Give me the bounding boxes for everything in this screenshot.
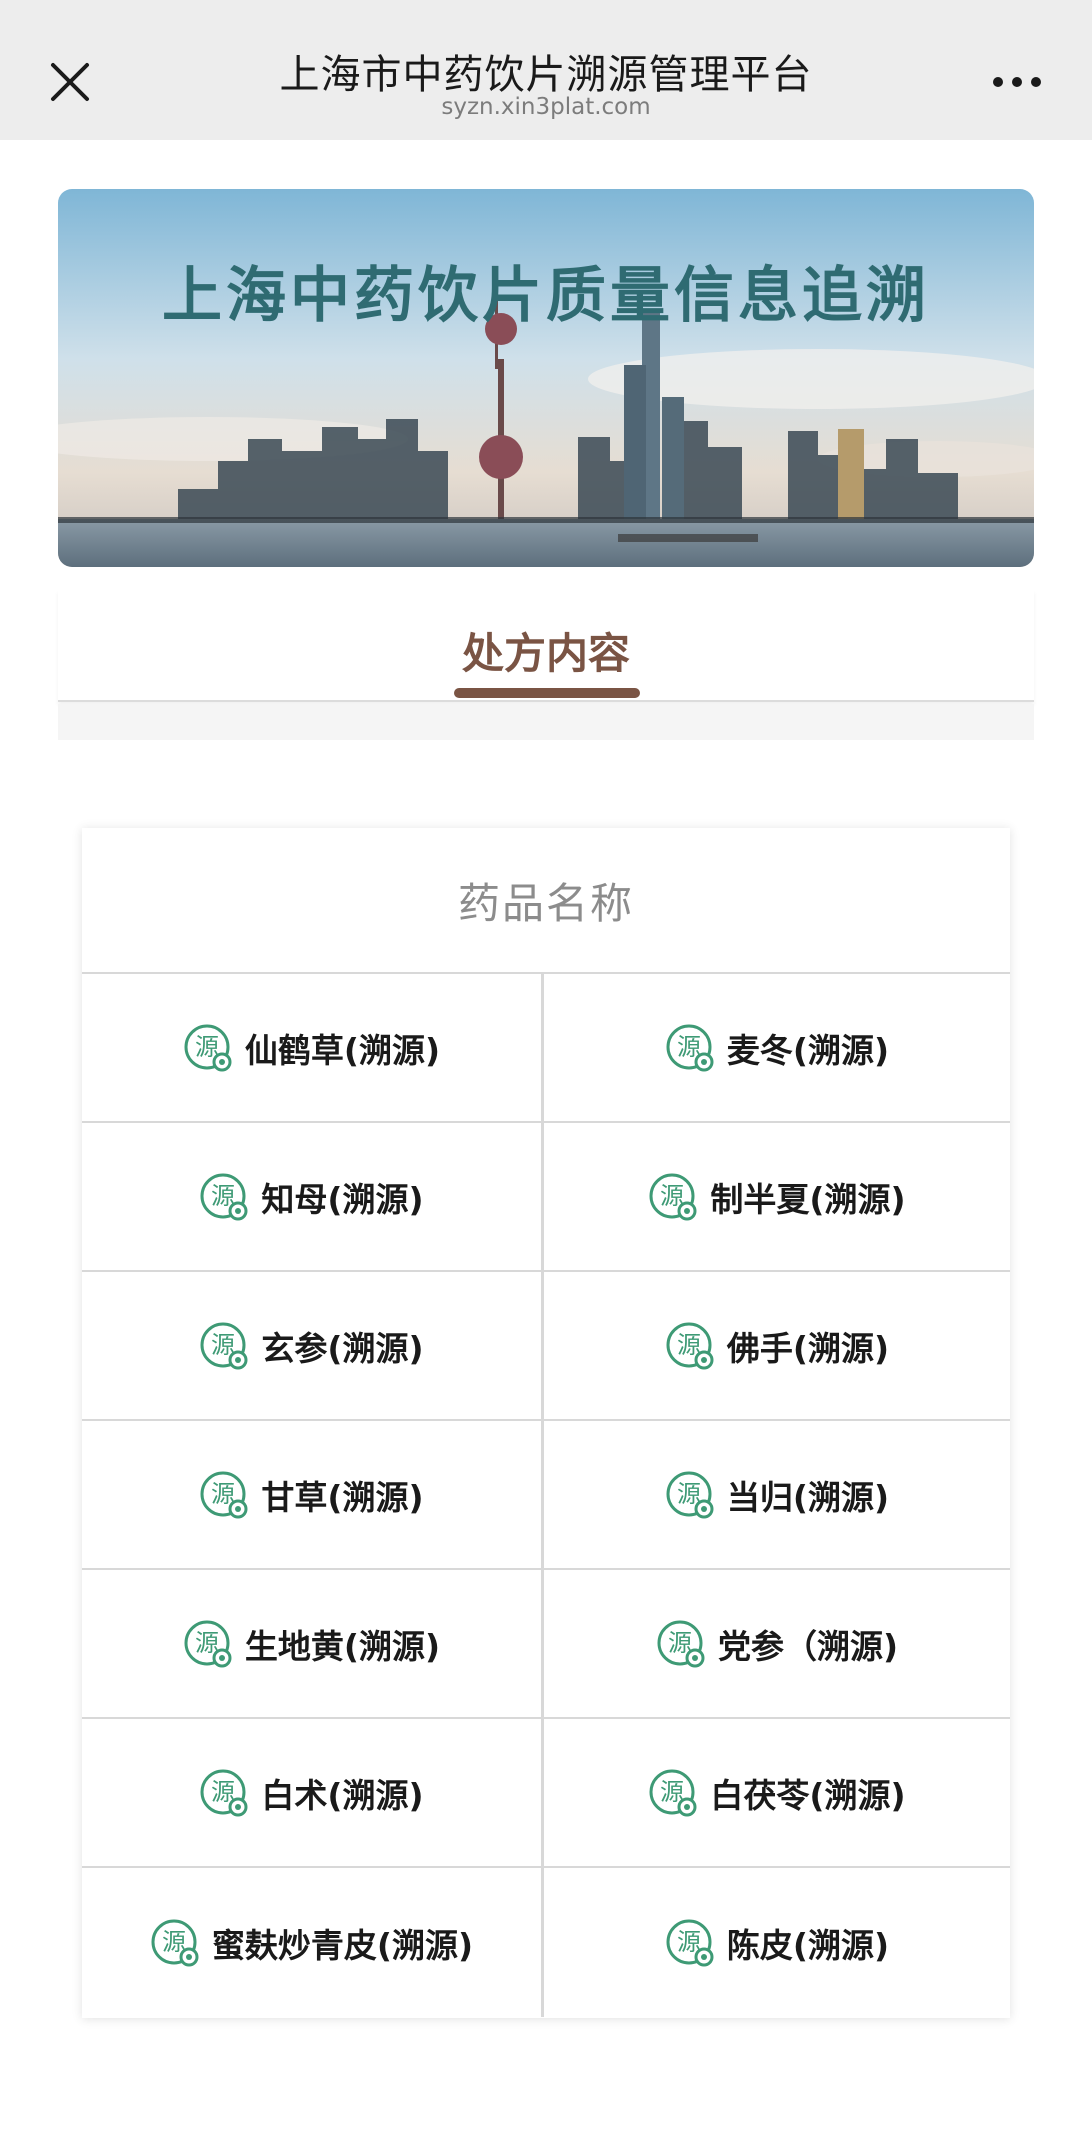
medicine-trace-item[interactable]: 源知母(溯源) bbox=[82, 1123, 544, 1272]
medicine-trace-item[interactable]: 源生地黄(溯源) bbox=[82, 1570, 544, 1719]
page-title: 上海市中药饮片溯源管理平台 bbox=[279, 52, 813, 98]
medicine-name: 麦冬(溯源) bbox=[726, 1030, 890, 1070]
medicine-name: 知母(溯源) bbox=[261, 1179, 424, 1219]
medicine-trace-item[interactable]: 源党参（溯源) bbox=[544, 1570, 1010, 1719]
medicine-name: 当归(溯源) bbox=[726, 1477, 890, 1517]
medicine-name: 白术(溯源) bbox=[261, 1775, 424, 1815]
medicine-name: 玄参(溯源) bbox=[261, 1328, 424, 1368]
medicine-trace-item[interactable]: 源仙鹤草(溯源) bbox=[82, 974, 544, 1123]
source-trace-icon: 源 bbox=[200, 1769, 248, 1816]
medicine-trace-item[interactable]: 源玄参(溯源) bbox=[82, 1272, 544, 1421]
medicine-trace-item[interactable]: 源制半夏(溯源) bbox=[544, 1123, 1010, 1272]
medicine-name: 陈皮(溯源) bbox=[726, 1925, 890, 1965]
source-trace-icon: 源 bbox=[200, 1322, 248, 1369]
tab-bar: 处方内容 bbox=[58, 590, 1034, 702]
source-trace-icon: 源 bbox=[200, 1173, 248, 1220]
medicine-name: 制半夏(溯源) bbox=[710, 1179, 906, 1219]
banner-title: 上海中药饮片质量信息追溯 bbox=[162, 261, 930, 331]
shanghai-skyline-photo bbox=[58, 189, 1034, 567]
medicine-trace-item[interactable]: 源白茯苓(溯源) bbox=[544, 1719, 1010, 1868]
source-trace-icon: 源 bbox=[666, 1322, 714, 1369]
medicine-name: 党参（溯源) bbox=[717, 1626, 899, 1666]
medicine-trace-item[interactable]: 源当归(溯源) bbox=[544, 1421, 1010, 1570]
tab-prescription-content[interactable]: 处方内容 bbox=[58, 620, 1034, 681]
medicine-trace-item[interactable]: 源陈皮(溯源) bbox=[544, 1868, 1010, 2017]
medicine-table: 药品名称 源仙鹤草(溯源) 源麦冬(溯源) 源知母(溯源) 源制半夏(溯源) 源玄参(溯… bbox=[82, 828, 1010, 2018]
source-trace-icon: 源 bbox=[151, 1919, 199, 1966]
medicine-name: 白茯苓(溯源) bbox=[710, 1775, 906, 1815]
source-trace-icon: 源 bbox=[666, 1024, 714, 1071]
medicine-trace-item[interactable]: 源蜜麸炒青皮(溯源) bbox=[82, 1868, 544, 2017]
source-trace-icon: 源 bbox=[200, 1471, 248, 1518]
medicine-trace-item[interactable]: 源白术(溯源) bbox=[82, 1719, 544, 1868]
tab-divider-strip bbox=[58, 704, 1034, 740]
source-trace-icon: 源 bbox=[649, 1173, 697, 1220]
more-button[interactable] bbox=[982, 62, 1052, 102]
source-trace-icon: 源 bbox=[666, 1471, 714, 1518]
source-trace-icon: 源 bbox=[657, 1620, 705, 1667]
medicine-name: 蜜麸炒青皮(溯源) bbox=[211, 1925, 474, 1965]
source-trace-icon: 源 bbox=[184, 1620, 232, 1667]
source-trace-icon: 源 bbox=[666, 1919, 714, 1966]
banner: 上海中药饮片质量信息追溯 bbox=[58, 189, 1034, 567]
table-header-label: 药品名称 bbox=[457, 878, 634, 928]
medicine-name: 佛手(溯源) bbox=[726, 1328, 890, 1368]
medicine-trace-item[interactable]: 源甘草(溯源) bbox=[82, 1421, 544, 1570]
source-trace-icon: 源 bbox=[184, 1024, 232, 1071]
top-bar: 上海市中药饮片溯源管理平台 syzn.xin3plat.com bbox=[0, 0, 1092, 140]
source-trace-icon: 源 bbox=[649, 1769, 697, 1816]
page-url: syzn.xin3plat.com bbox=[441, 94, 651, 120]
medicine-name: 仙鹤草(溯源) bbox=[244, 1030, 441, 1070]
medicine-trace-item[interactable]: 源麦冬(溯源) bbox=[544, 974, 1010, 1123]
medicine-grid: 源仙鹤草(溯源) 源麦冬(溯源) 源知母(溯源) 源制半夏(溯源) 源玄参(溯源) 源佛手… bbox=[82, 974, 1010, 2017]
medicine-name: 生地黄(溯源) bbox=[244, 1626, 441, 1666]
table-header: 药品名称 bbox=[82, 828, 1010, 974]
tab-active-indicator bbox=[454, 688, 640, 698]
medicine-name: 甘草(溯源) bbox=[261, 1477, 424, 1517]
medicine-trace-item[interactable]: 源佛手(溯源) bbox=[544, 1272, 1010, 1421]
more-dots-icon bbox=[993, 77, 1041, 87]
